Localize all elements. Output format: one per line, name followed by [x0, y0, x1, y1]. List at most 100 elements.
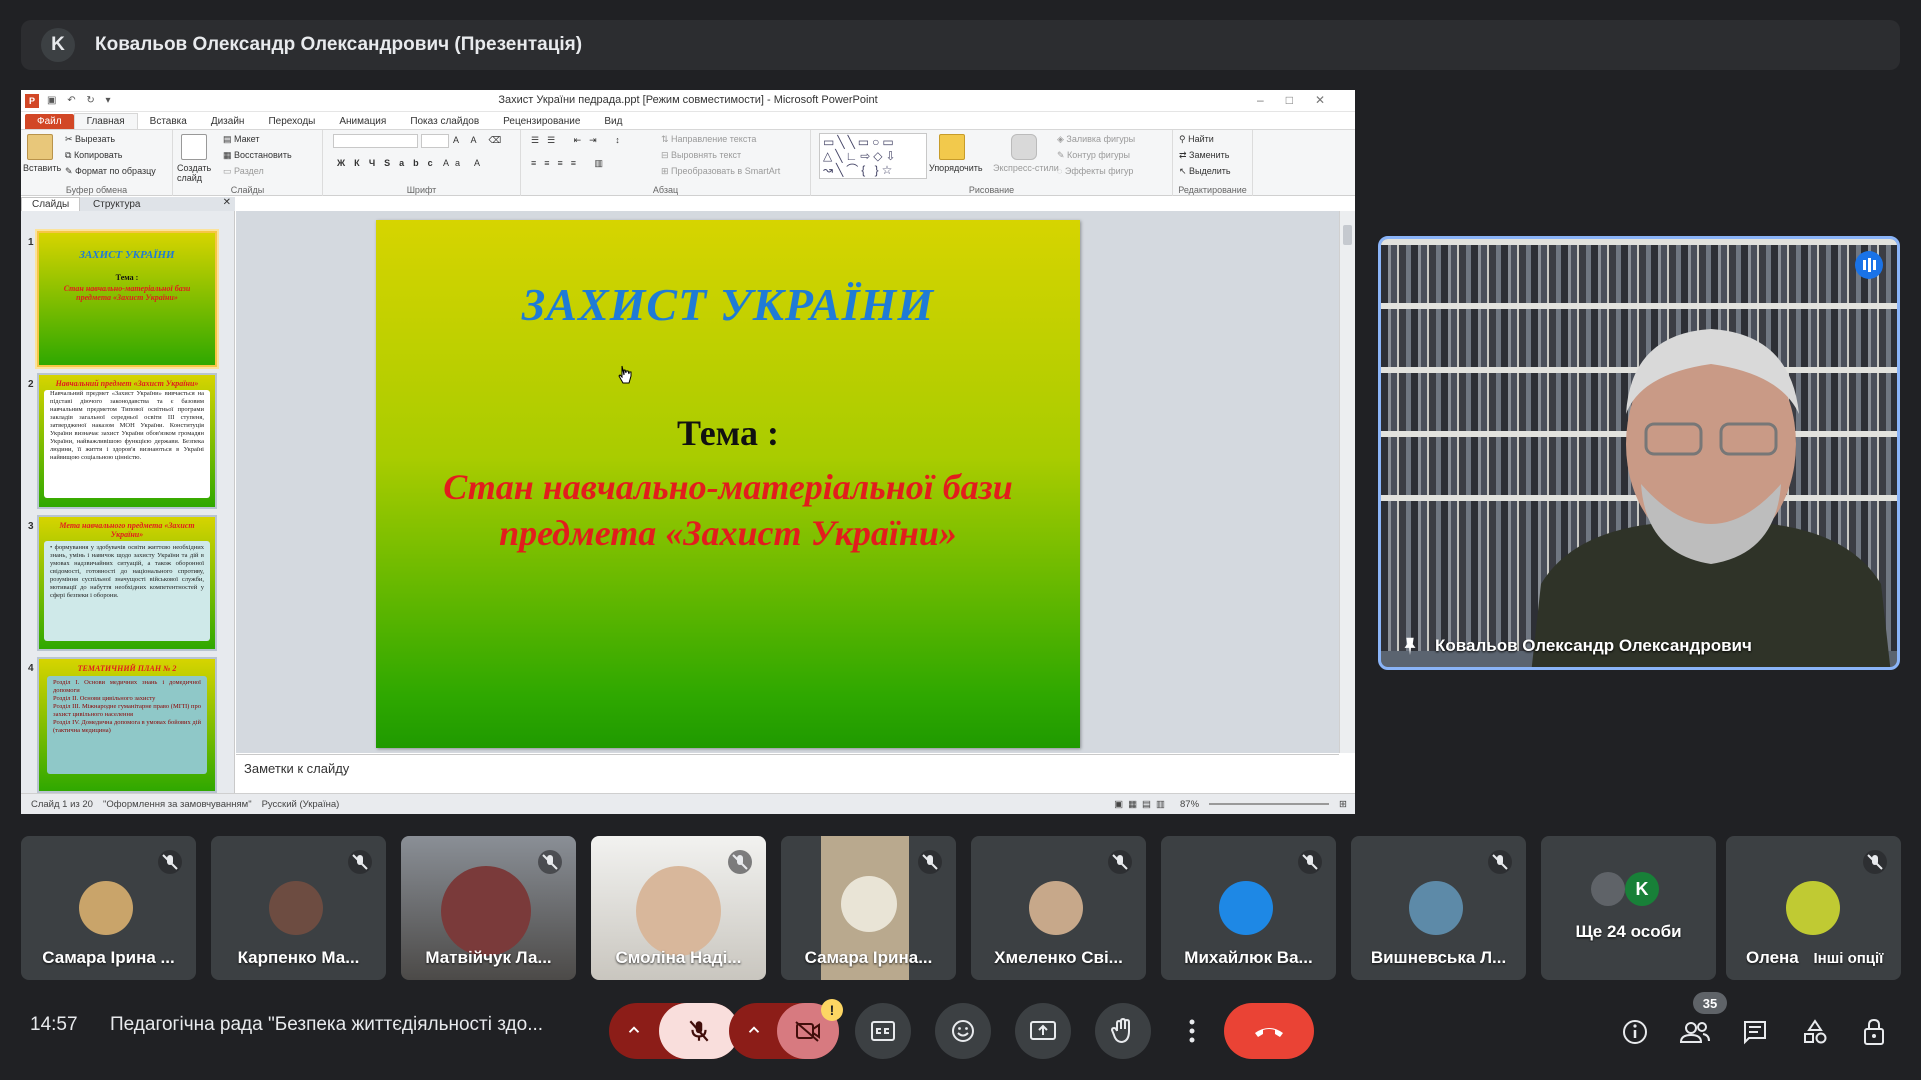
current-slide[interactable]: ЗАХИСТ УКРАЇНИ Тема : Стан навчально-мат…: [376, 220, 1080, 748]
presenter-avatar: K: [41, 28, 75, 62]
scroll-thumb[interactable]: [1343, 225, 1352, 245]
close-pane-icon[interactable]: ✕: [219, 197, 235, 208]
list-buttons[interactable]: ☰☰ ⇤⇥ ↕: [531, 135, 628, 146]
effects-icon: ◌: [1057, 166, 1065, 176]
participant-avatar: [1219, 881, 1273, 935]
chat-button[interactable]: [1733, 1010, 1777, 1054]
people-count-badge: 35: [1693, 992, 1727, 1014]
chevron-up-icon[interactable]: [625, 1021, 643, 1044]
ppt-status-bar: Слайд 1 из 20 "Оформлення за замовчуванн…: [21, 793, 1355, 814]
font-group-label: Шрифт: [406, 185, 437, 195]
participant-tile[interactable]: Вишневська Л...: [1351, 836, 1526, 980]
ppt-titlebar: P ▣ ↶ ↻ ▾ Захист України педрада.ppt [Ре…: [21, 90, 1355, 112]
tab-transitions[interactable]: Переходы: [256, 114, 327, 129]
mic-toggle-button[interactable]: [659, 1003, 739, 1059]
present-button[interactable]: [1015, 1003, 1071, 1059]
tab-insert[interactable]: Вставка: [138, 114, 199, 129]
presenter-bar: K Ковальов Олександр Олександрович (През…: [21, 20, 1900, 70]
zoom-slider[interactable]: [1209, 803, 1330, 805]
participant-tile[interactable]: Михайлюк Ва...: [1161, 836, 1336, 980]
shape-effects-button[interactable]: ◌ Эффекты фигур: [1057, 166, 1133, 176]
captions-button[interactable]: [855, 1003, 911, 1059]
slide-title: ЗАХИСТ УКРАЇНИ: [521, 279, 935, 330]
new-slide-button[interactable]: Создать слайд: [177, 163, 217, 183]
arrange-button[interactable]: Упорядочить: [929, 163, 983, 173]
reset-button[interactable]: ▦ Восстановить: [223, 150, 292, 161]
cut-button[interactable]: ✂ Вырезать: [65, 134, 115, 145]
font-format-buttons[interactable]: ЖКЧSabc: [337, 158, 442, 168]
tab-home[interactable]: Главная: [73, 113, 138, 129]
thumbnail-slide-2[interactable]: Навчальний предмет «Захист України» Навч…: [37, 373, 217, 509]
tab-view[interactable]: Вид: [592, 114, 634, 129]
reactions-button[interactable]: [935, 1003, 991, 1059]
view-buttons[interactable]: ▣▦▤▥: [1114, 799, 1170, 810]
paste-button[interactable]: Вставить: [23, 163, 61, 173]
thumbnail-slide-3[interactable]: Мета навчального предмета «Захист Україн…: [37, 515, 217, 651]
font-size-controls[interactable]: A A ⌫: [453, 135, 506, 146]
more-options-button[interactable]: [1175, 1003, 1209, 1059]
participant-tile[interactable]: Олена Інші опції: [1726, 836, 1901, 980]
participant-video-tile[interactable]: Самара Ірина...: [781, 836, 956, 980]
participant-tile[interactable]: Хмеленко Сві...: [971, 836, 1146, 980]
shapes-gallery[interactable]: ▭╲╲▭○▭ △╲∟⇨◇⇩ ↝╲⌒{ }☆: [819, 133, 927, 179]
tab-review[interactable]: Рецензирование: [491, 114, 592, 129]
leave-call-button[interactable]: [1224, 1003, 1314, 1059]
thumbnail-number: 3: [28, 521, 34, 532]
copy-button[interactable]: ⧉ Копировать: [65, 150, 122, 161]
participant-video-figure: [841, 876, 897, 932]
shape-fill-button[interactable]: ◈ Заливка фигуры: [1057, 134, 1135, 145]
tab-slides-pane[interactable]: Слайды: [21, 197, 81, 211]
participant-name: Олена: [1746, 948, 1799, 967]
more-options-label[interactable]: Інші опції: [1814, 950, 1884, 967]
canvas-scrollbar[interactable]: [1339, 211, 1355, 753]
activities-button[interactable]: [1793, 1010, 1837, 1054]
participant-video-tile[interactable]: Смоліна Наді...: [591, 836, 766, 980]
chevron-up-icon[interactable]: [745, 1021, 763, 1044]
find-button[interactable]: ⚲ Найти: [1179, 134, 1214, 145]
meeting-info-button[interactable]: [1613, 1010, 1657, 1054]
quick-styles-icon: [1011, 134, 1037, 160]
tab-design[interactable]: Дизайн: [199, 114, 257, 129]
notes-pane[interactable]: Заметки к слайду: [236, 754, 1339, 792]
section-button[interactable]: ▭ Раздел: [223, 166, 264, 177]
language: Русский (Україна): [261, 798, 340, 810]
align-buttons[interactable]: ≡≡≡≡ ▥: [531, 158, 611, 169]
tab-outline-pane[interactable]: Структура: [83, 198, 150, 211]
participant-video-tile[interactable]: Матвійчук Ла...: [401, 836, 576, 980]
select-button[interactable]: ↖ Выделить: [1179, 166, 1231, 177]
font-size-box[interactable]: [421, 134, 449, 148]
replace-button[interactable]: ⇄ Заменить: [1179, 150, 1230, 161]
mic-muted-icon: [1488, 850, 1512, 874]
tab-animation[interactable]: Анимация: [327, 114, 398, 129]
participant-tile[interactable]: Карпенко Ма...: [211, 836, 386, 980]
raise-hand-button[interactable]: [1095, 1003, 1151, 1059]
participant-avatar: [269, 881, 323, 935]
tab-file[interactable]: Файл: [25, 114, 74, 129]
meeting-clock: 14:57: [30, 1014, 78, 1035]
smartart-button[interactable]: ⊞ Преобразовать в SmartArt: [661, 166, 780, 177]
font-name-box[interactable]: [333, 134, 418, 148]
host-controls-button[interactable]: [1853, 1010, 1897, 1054]
fit-slide-icon[interactable]: ⊞: [1339, 799, 1347, 810]
layout-button[interactable]: ▤ Макет: [223, 134, 260, 145]
font-color-buttons[interactable]: Aa A: [443, 158, 486, 168]
text-direction-button[interactable]: ⇅ Направление текста: [661, 134, 756, 145]
thumbnail-slide-1[interactable]: ЗАХИСТ УКРАЇНИ Тема : Стан навчально-мат…: [37, 231, 217, 367]
more-participants-label: Ще 24 особи: [1575, 922, 1682, 941]
ribbon-tabs: Файл Главная Вставка Дизайн Переходы Ани…: [21, 112, 1355, 130]
align-text-button[interactable]: ⊟ Выровнять текст: [661, 150, 741, 161]
pinned-camera-tile[interactable]: Ковальов Олександр Олександрович: [1378, 236, 1900, 670]
pane-tabs: Слайды Структура ✕: [21, 197, 235, 211]
slide-subtitle: Стан навчально-матеріальної бази предмет…: [443, 467, 1013, 553]
shape-outline-button[interactable]: ✎ Контур фигуры: [1057, 150, 1130, 161]
more-participants-tile[interactable]: K Ще 24 особи: [1541, 836, 1716, 980]
format-painter-button[interactable]: ✎ Формат по образцу: [65, 166, 156, 177]
pinned-name-label: Ковальов Олександр Олександрович: [1399, 635, 1752, 657]
people-button[interactable]: 35: [1673, 992, 1727, 1054]
mic-muted-icon: [1298, 850, 1322, 874]
quick-styles-button[interactable]: Экспресс-стили: [993, 163, 1059, 173]
thumbnail-slide-4[interactable]: ТЕМАТИЧНИЙ ПЛАН № 2 Розділ I. Основи мед…: [37, 657, 217, 793]
participant-tile[interactable]: Самара Ірина ...: [21, 836, 196, 980]
slides-group-label: Слайды: [230, 185, 265, 195]
tab-slideshow[interactable]: Показ слайдов: [398, 114, 491, 129]
